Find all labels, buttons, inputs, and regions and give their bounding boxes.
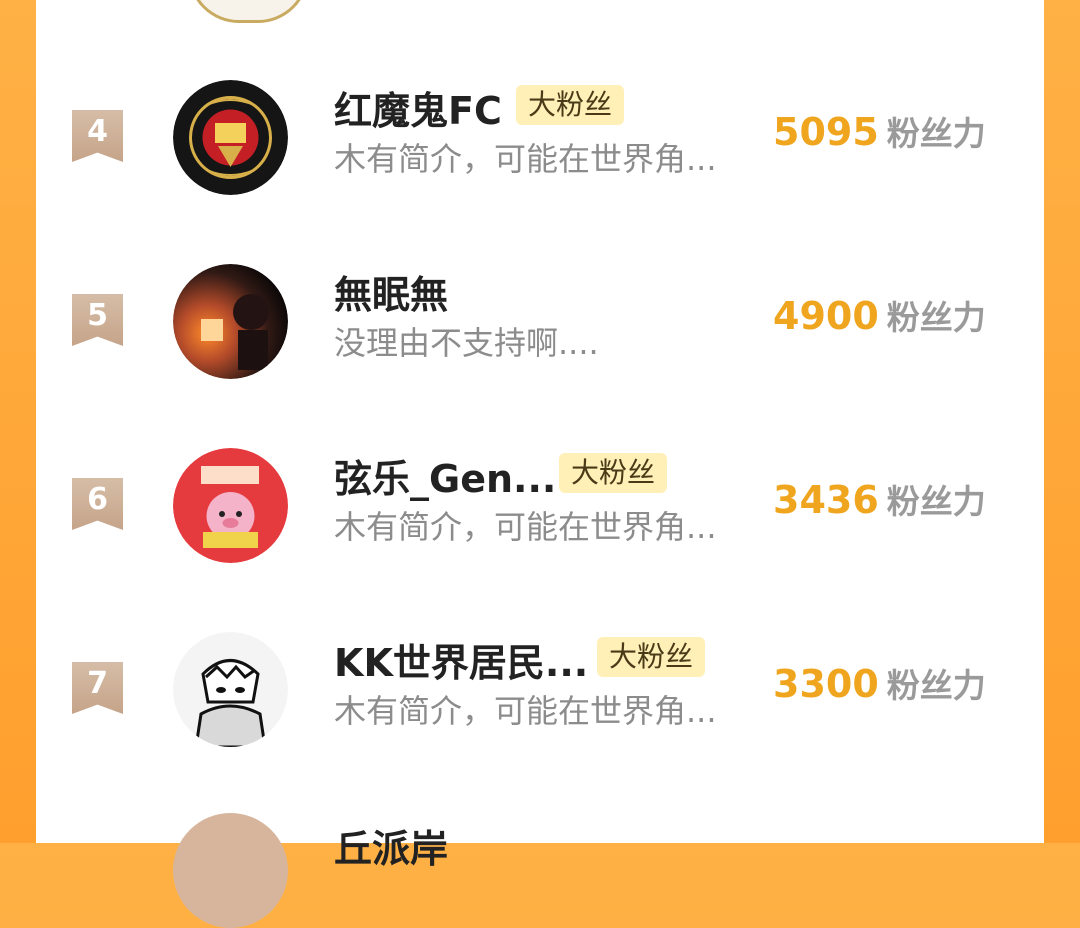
ranking-row[interactable]: 7 KK世界居民... 大粉丝 木有简介，可能在世界角... 3300 粉丝力 <box>36 632 1044 792</box>
fan-power: 5095 粉丝力 <box>773 107 986 155</box>
manchester-united-logo-icon <box>173 80 288 195</box>
rank-badge: 4 <box>72 110 123 162</box>
pig-cartoon-icon <box>173 448 288 563</box>
fan-power-number: 3300 <box>773 662 879 706</box>
ranking-row[interactable]: 6 弦乐_Gen... 大粉丝 木有简介，可能在世界角... 3436 粉丝力 <box>36 448 1044 608</box>
fan-power: 3300 粉丝力 <box>773 659 986 707</box>
user-description: 没理由不支持啊.... <box>334 324 599 362</box>
night-lamp-photo-icon <box>173 264 288 379</box>
big-fan-badge: 大粉丝 <box>516 85 625 125</box>
user-name[interactable]: 红魔鬼FC <box>334 80 502 135</box>
avatar[interactable] <box>173 448 288 563</box>
next-avatar-partial <box>173 813 288 928</box>
fan-power-unit: 粉丝力 <box>886 666 986 705</box>
user-description: 木有简介，可能在世界角... <box>334 140 717 178</box>
fan-power-unit: 粉丝力 <box>886 298 986 337</box>
avatar[interactable] <box>173 264 288 379</box>
user-name[interactable]: 無眠無 <box>334 264 448 319</box>
fan-power-number: 4900 <box>773 294 879 338</box>
previous-avatar-partial <box>188 0 309 23</box>
fan-power-number: 5095 <box>773 110 879 154</box>
user-name[interactable]: 弦乐_Gen... <box>334 448 556 503</box>
ranking-row[interactable]: 4 红魔鬼FC 大粉丝 木有简介，可能在世界角... 5095 粉丝力 <box>36 80 1044 240</box>
user-description: 木有简介，可能在世界角... <box>334 692 717 730</box>
fan-ranking-card: 4 红魔鬼FC 大粉丝 木有简介，可能在世界角... 5095 粉丝力 5 無眠… <box>36 0 1044 843</box>
ranking-row[interactable]: 5 無眠無 没理由不支持啊.... 4900 粉丝力 <box>36 264 1044 424</box>
avatar[interactable] <box>173 80 288 195</box>
user-description: 木有简介，可能在世界角... <box>334 508 717 546</box>
rank-badge: 7 <box>72 662 123 714</box>
fan-power-unit: 粉丝力 <box>886 114 986 153</box>
user-name[interactable]: KK世界居民... <box>334 632 588 687</box>
rank-badge: 6 <box>72 478 123 530</box>
fan-power-unit: 粉丝力 <box>886 482 986 521</box>
avatar[interactable] <box>173 632 288 747</box>
next-user-name-partial: 丘派岸 <box>334 827 449 871</box>
fan-power: 4900 粉丝力 <box>773 291 986 339</box>
big-fan-badge: 大粉丝 <box>559 453 668 493</box>
fan-power-number: 3436 <box>773 478 879 522</box>
big-fan-badge: 大粉丝 <box>597 637 706 677</box>
rank-badge: 5 <box>72 294 123 346</box>
manga-character-icon <box>173 632 288 747</box>
fan-power: 3436 粉丝力 <box>773 475 986 523</box>
